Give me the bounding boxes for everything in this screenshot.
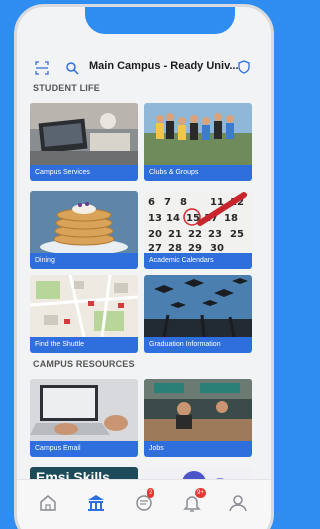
bottom-tab-bar: 2 9+ (17, 479, 271, 529)
clubs-groups-image (144, 103, 252, 165)
jobs-image (144, 379, 252, 441)
scan-icon[interactable] (35, 61, 49, 75)
campus-email-image (30, 379, 138, 441)
profile-icon[interactable] (227, 492, 249, 514)
tile-campus-services[interactable]: Campus Services (30, 103, 138, 181)
svg-text:21: 21 (168, 229, 182, 240)
svg-text:25: 25 (230, 229, 244, 240)
svg-text:30: 30 (210, 243, 224, 253)
svg-text:22: 22 (188, 229, 202, 240)
app-header: Main Campus - Ready Univ... (17, 47, 271, 87)
tile-label: Clubs & Groups (144, 165, 252, 181)
tile-label: Academic Calendars (144, 253, 252, 269)
svg-text:7: 7 (164, 197, 171, 208)
tile-label: Graduation Information (144, 337, 252, 353)
section-title-student-life: STUDENT LIFE (33, 83, 100, 93)
tile-label: Campus Email (30, 441, 138, 457)
tile-label: Dining (30, 253, 138, 269)
tile-dining[interactable]: Dining (30, 191, 138, 269)
svg-text:27: 27 (148, 243, 162, 253)
tile-clubs-groups[interactable]: Clubs & Groups (144, 103, 252, 181)
graduation-image (144, 275, 252, 337)
tile-graduation-information[interactable]: Graduation Information (144, 275, 252, 353)
svg-text:14: 14 (166, 213, 180, 224)
tile-label: Find the Shuttle (30, 337, 138, 353)
svg-text:8: 8 (180, 197, 187, 208)
svg-text:29: 29 (188, 243, 202, 253)
phone-notch (85, 7, 235, 34)
phone-frame: Main Campus - Ready Univ... STUDENT LIFE… (14, 4, 274, 529)
inbox-badge: 2 (147, 488, 155, 498)
svg-text:23: 23 (208, 229, 222, 240)
svg-text:18: 18 (224, 213, 238, 224)
tile-label: Jobs (144, 441, 252, 457)
tile-find-the-shuttle[interactable]: Find the Shuttle (30, 275, 138, 353)
tile-label: Campus Services (30, 165, 138, 181)
svg-text:13: 13 (148, 213, 162, 224)
tile-academic-calendars[interactable]: 6781112 13141718 2021222325 27282930 15 … (144, 191, 252, 269)
shuttle-map-image (30, 275, 138, 337)
notifications-badge: 9+ (195, 488, 206, 498)
search-icon[interactable] (65, 61, 79, 75)
home-icon[interactable] (37, 492, 59, 514)
svg-text:28: 28 (168, 243, 182, 253)
tile-campus-email[interactable]: Campus Email (30, 379, 138, 457)
campus-title[interactable]: Main Campus - Ready Univ... (89, 60, 239, 72)
tile-jobs[interactable]: Jobs (144, 379, 252, 457)
campus-building-icon[interactable] (85, 492, 107, 514)
shield-icon[interactable] (237, 60, 251, 74)
dining-image (30, 191, 138, 253)
academic-calendars-image: 6781112 13141718 2021222325 27282930 15 (144, 191, 252, 253)
svg-text:20: 20 (148, 229, 162, 240)
section-title-campus-resources: CAMPUS RESOURCES (33, 359, 135, 369)
campus-services-image (30, 103, 138, 165)
svg-text:6: 6 (148, 197, 155, 208)
